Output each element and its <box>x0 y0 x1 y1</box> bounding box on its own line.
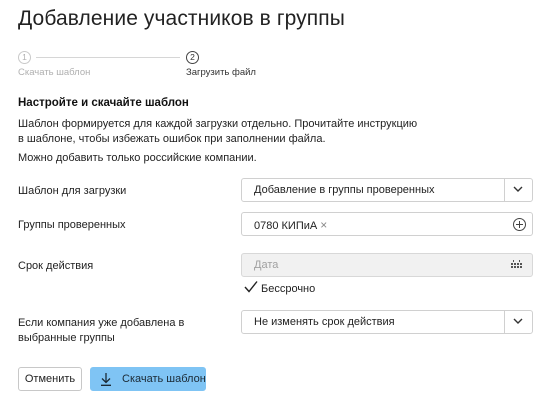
step-label: Скачать шаблон <box>18 67 91 78</box>
checkmark-icon[interactable] <box>243 279 259 295</box>
group-tag-label: 0780 КИПиА <box>254 220 318 232</box>
date-placeholder: Дата <box>254 259 279 271</box>
validity-label: Срок действия <box>18 260 94 272</box>
groups-label: Группы проверенных <box>18 219 126 231</box>
add-circle-icon[interactable] <box>513 218 526 231</box>
step-number: 2 <box>186 51 199 64</box>
chevron-down-icon[interactable] <box>512 315 524 327</box>
stepper-connector <box>36 57 180 58</box>
download-button-label: Скачать шаблон <box>122 373 206 385</box>
chevron-down-icon[interactable] <box>512 183 524 195</box>
existing-company-label: Если компания уже добавлена в выбранные … <box>18 317 185 344</box>
instruction-text: Шаблон формируется для каждой загрузки о… <box>18 118 418 145</box>
russian-companies-note: Можно добавить только российские компани… <box>18 152 257 164</box>
download-template-button[interactable]: Скачать шаблон <box>90 367 206 391</box>
section-title: Настройте и скачайте шаблон <box>18 97 189 109</box>
download-icon <box>101 373 111 386</box>
step-label: Загрузить файл <box>186 67 256 78</box>
checkbox-label: Бессрочно <box>261 283 316 295</box>
calendar-icon <box>511 260 522 268</box>
cancel-button[interactable]: Отменить <box>18 367 82 391</box>
select-divider <box>504 179 505 201</box>
groups-multiselect[interactable]: 0780 КИПиА × <box>241 212 533 236</box>
date-input: Дата <box>241 253 533 277</box>
existing-company-select[interactable]: Не изменять срок действия <box>241 310 533 334</box>
existing-company-value: Не изменять срок действия <box>254 316 395 328</box>
cancel-button-label: Отменить <box>24 373 76 385</box>
page-title: Добавление участников в группы <box>18 7 345 30</box>
tag-remove-icon[interactable]: × <box>320 218 327 232</box>
group-tag: 0780 КИПиА × <box>254 218 327 232</box>
template-label: Шаблон для загрузки <box>18 185 127 197</box>
step-number: 1 <box>18 51 31 64</box>
template-select-value: Добавление в группы проверенных <box>254 184 435 196</box>
select-divider <box>504 311 505 333</box>
template-select[interactable]: Добавление в группы проверенных <box>241 178 533 202</box>
